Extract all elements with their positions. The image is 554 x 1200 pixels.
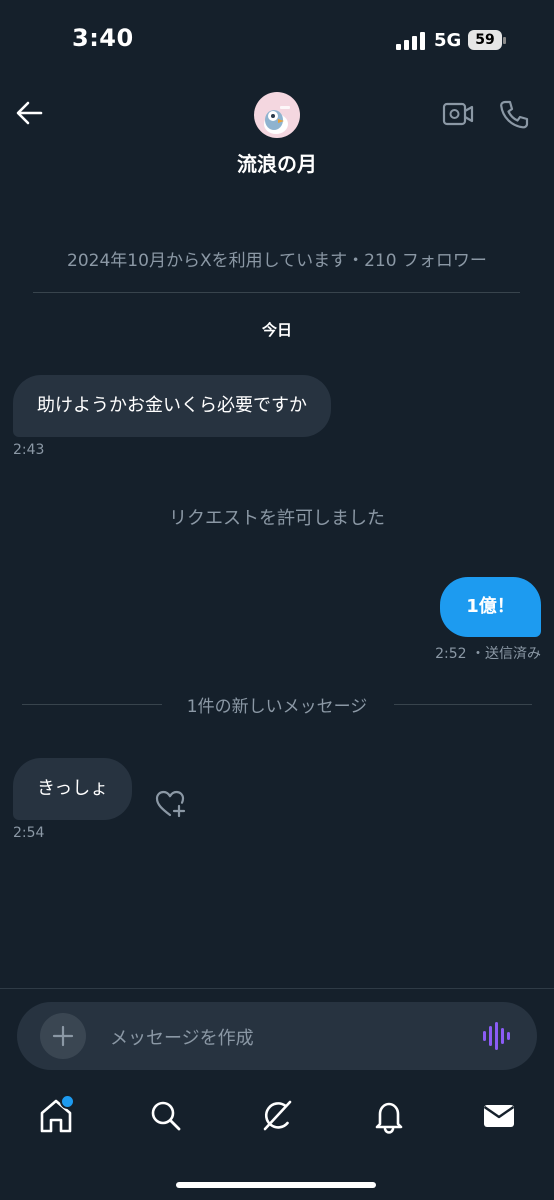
delivery-status: ・送信済み [471,646,541,662]
message-composer[interactable] [17,1002,537,1070]
home-indicator [176,1182,376,1188]
message-timestamp: 2:54 [13,825,45,841]
account-info: 2024年10月からXを利用しています・210 フォロワー [67,251,487,271]
message-input[interactable]: メッセージを作成 [110,1024,254,1050]
add-attachment-button[interactable] [40,1013,86,1059]
new-messages-divider: 1件の新しいメッセージ [186,697,368,717]
home-notification-dot [60,1094,75,1109]
request-accepted-notice: リクエストを許可しました [169,508,385,529]
notifications-icon[interactable] [369,1096,409,1136]
messages-icon[interactable] [479,1096,519,1136]
status-time: 3:40 [72,24,134,52]
back-arrow-icon[interactable] [14,98,44,128]
sent-message-meta: 2:52 ・送信済み [435,643,541,663]
cellular-signal-icon [396,32,425,50]
grok-icon[interactable] [257,1096,297,1136]
profile-avatar[interactable] [254,92,300,138]
divider [33,292,520,293]
message-timestamp: 2:52 [435,646,467,662]
add-reaction-heart-icon[interactable] [154,788,186,818]
search-icon[interactable] [146,1096,186,1136]
plus-icon [52,1025,74,1047]
voice-message-icon[interactable] [482,1022,512,1050]
composer-divider [0,988,554,989]
date-separator: 今日 [261,321,292,339]
conversation-title[interactable]: 流浪の月 [0,148,554,177]
battery-level: 59 [468,30,502,50]
message-timestamp: 2:43 [13,442,45,458]
message-bubble-received[interactable]: きっしょ [13,758,133,820]
message-bubble-received[interactable]: 助けようかお金いくら必要ですか [13,375,331,437]
battery-icon: 59 [468,30,506,50]
message-bubble-sent[interactable]: 1億！ [440,577,541,637]
network-type: 5G [434,30,462,51]
video-call-icon[interactable] [442,99,474,129]
phone-call-icon[interactable] [498,99,530,129]
